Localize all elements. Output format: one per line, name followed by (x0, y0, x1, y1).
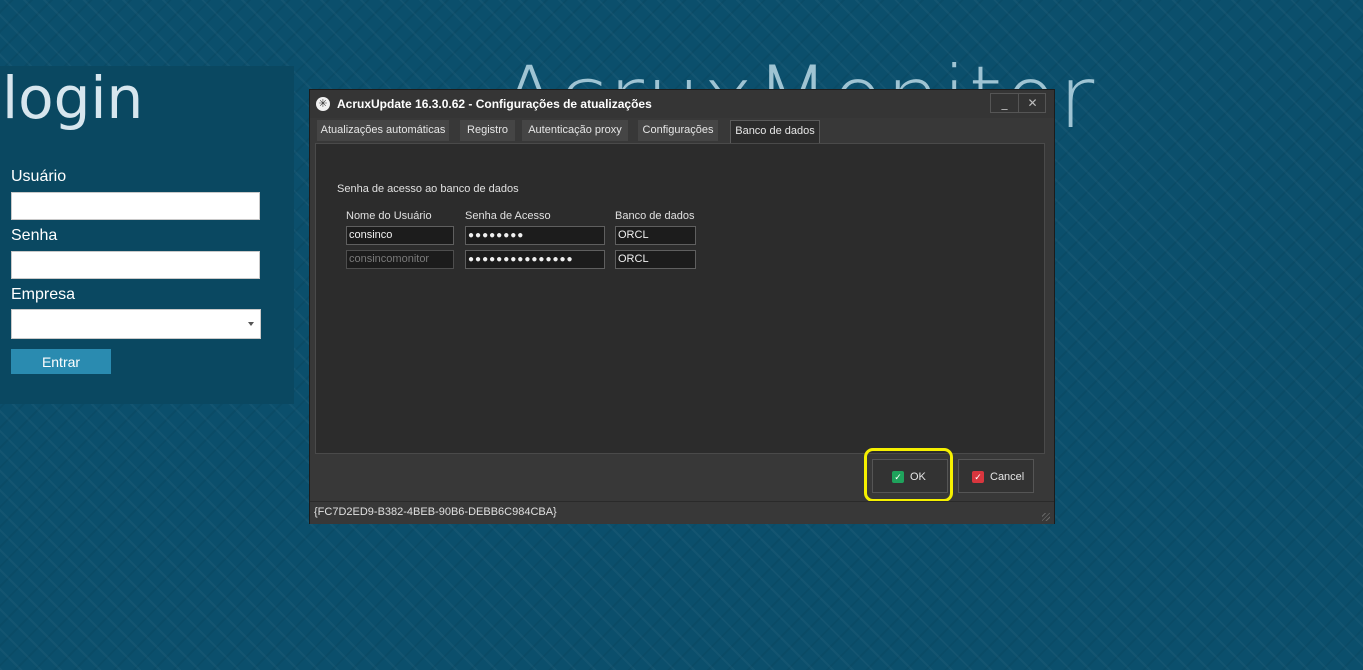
column-header-user: Nome do Usuário (346, 210, 432, 222)
user-label: Usuário (11, 168, 67, 185)
password-input[interactable] (11, 251, 260, 279)
password-label: Senha (11, 227, 58, 244)
user-field-row1[interactable]: consinco (346, 226, 454, 245)
cancel-button-label: Cancel (990, 471, 1025, 483)
company-label: Empresa (11, 286, 76, 303)
password-field-row2[interactable]: ●●●●●●●●●●●●●●● (465, 250, 605, 269)
column-header-password: Senha de Acesso (465, 210, 551, 222)
column-header-database: Banco de dados (615, 210, 695, 222)
tab-registro[interactable]: Registro (460, 120, 515, 141)
cancel-check-icon: ✓ (972, 471, 984, 483)
status-bar: {FC7D2ED9-B382-4BEB-90B6-DEBB6C984CBA} (310, 501, 1054, 524)
database-field-row1[interactable]: ORCL (615, 226, 696, 245)
database-field-row2[interactable]: ORCL (615, 250, 696, 269)
dialog-title: AcruxUpdate 16.3.0.62 - Configurações de… (337, 97, 652, 111)
close-button[interactable]: ✕ (1018, 94, 1046, 112)
ok-button[interactable]: ✓ OK (872, 459, 948, 493)
password-field-row1[interactable]: ●●●●●●●● (465, 226, 605, 245)
login-submit-button[interactable]: Entrar (11, 349, 111, 374)
tab-atualizacoes-automaticas[interactable]: Atualizações automáticas (317, 120, 449, 141)
company-select[interactable] (11, 309, 261, 339)
login-title: login (2, 64, 144, 132)
check-icon: ✓ (892, 471, 904, 483)
dialog-titlebar[interactable]: ✳ AcruxUpdate 16.3.0.62 - Configurações … (310, 90, 1054, 118)
minimize-button[interactable]: _ (991, 94, 1018, 112)
section-label: Senha de acesso ao banco de dados (337, 183, 519, 195)
tab-banco-de-dados[interactable]: Banco de dados (730, 120, 820, 143)
login-panel: login Usuário Senha Empresa Entrar (0, 66, 294, 404)
cancel-button[interactable]: ✓ Cancel (958, 459, 1034, 493)
status-guid: {FC7D2ED9-B382-4BEB-90B6-DEBB6C984CBA} (314, 506, 557, 518)
user-input[interactable] (11, 192, 260, 220)
database-tab-panel: Senha de acesso ao banco de dados Nome d… (315, 143, 1045, 454)
app-logo-icon: ✳ (316, 97, 330, 111)
user-field-row2: consincomonitor (346, 250, 454, 269)
chevron-down-icon (248, 322, 254, 326)
tab-configuracoes[interactable]: Configurações (638, 120, 718, 141)
ok-button-label: OK (910, 471, 926, 483)
resize-grip-icon[interactable] (1042, 513, 1050, 521)
window-controls: _ ✕ (990, 93, 1046, 113)
tab-autenticacao-proxy[interactable]: Autenticação proxy (522, 120, 628, 141)
settings-dialog: ✳ AcruxUpdate 16.3.0.62 - Configurações … (309, 89, 1055, 524)
